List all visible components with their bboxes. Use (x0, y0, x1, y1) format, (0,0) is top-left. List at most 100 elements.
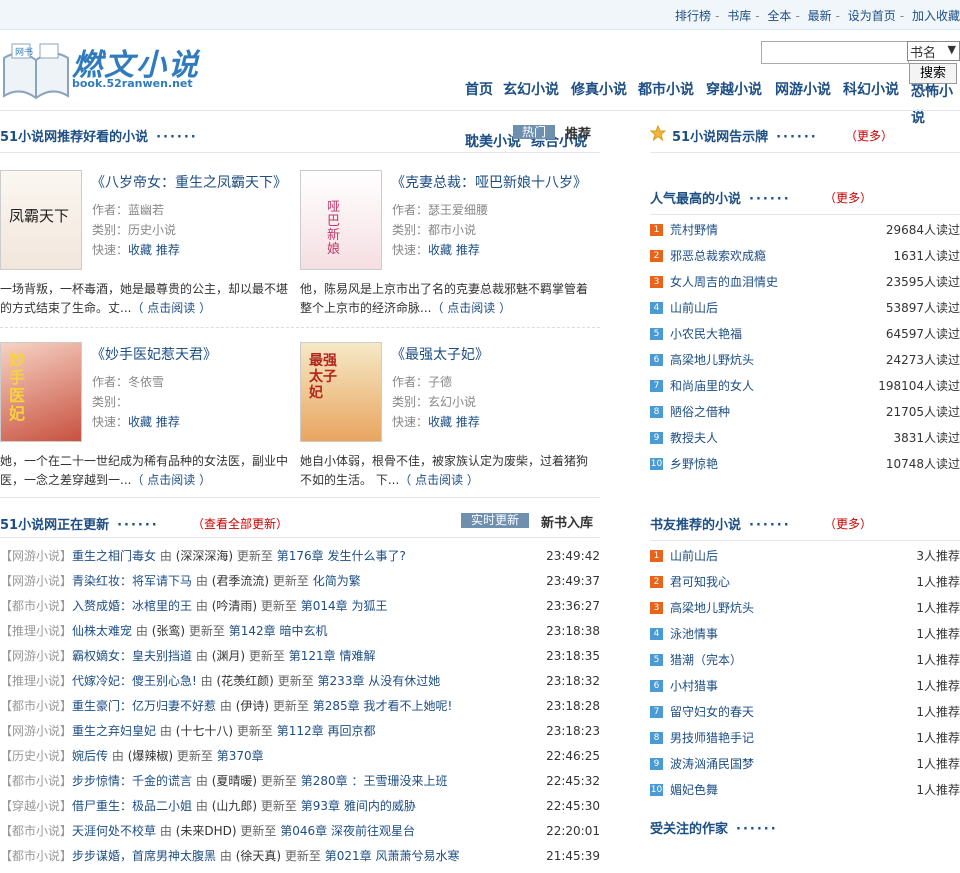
rank-book-name[interactable]: 波涛汹涌民国梦 (670, 751, 754, 777)
top-link-bookmark[interactable]: 加入收藏 (912, 9, 960, 23)
rank-book-name[interactable]: 陋俗之借种 (670, 399, 730, 425)
nav-home[interactable]: 首页 (465, 79, 493, 99)
update-category[interactable]: 【推理小说】 (0, 624, 72, 638)
update-chapter[interactable]: 第280章 ：王雪珊没来上班 (301, 774, 448, 788)
rank-book-name[interactable]: 邪恶总裁索欢成瘾 (670, 243, 766, 269)
update-category[interactable]: 【都市小说】 (0, 599, 72, 613)
rank-book-name[interactable]: 留守妇女的春天 (670, 699, 754, 725)
top-link-complete[interactable]: 全本 (767, 9, 791, 23)
collect-link[interactable]: 收藏 (428, 243, 452, 257)
rank-book-name[interactable]: 泳池情事 (670, 621, 718, 647)
book-cover[interactable]: 哑巴新娘 (300, 170, 382, 270)
update-chapter[interactable]: 第176章 发生什么事了? (277, 549, 406, 563)
update-category[interactable]: 【都市小说】 (0, 774, 72, 788)
search-type-select[interactable]: 书名 ▼ (907, 41, 960, 61)
top-link-library[interactable]: 书库 (727, 9, 751, 23)
rank-book-name[interactable]: 君可知我心 (670, 569, 730, 595)
book-cover[interactable]: 最强太子妃 (300, 342, 382, 442)
nav-xuanhuan[interactable]: 玄幻小说 (503, 79, 559, 99)
update-chapter[interactable]: 第142章 暗中玄机 (229, 624, 328, 638)
popular-more-link[interactable]: （更多） (824, 189, 872, 206)
nav-kehuan[interactable]: 科幻小说 (843, 79, 899, 99)
read-link[interactable]: （ 点击阅读 ） (131, 301, 211, 315)
update-category[interactable]: 【都市小说】 (0, 849, 72, 863)
update-book-name[interactable]: 步步谋婚，首席男神太腹黑 (72, 849, 216, 863)
read-link[interactable]: （ 点击阅读 ） (399, 473, 479, 487)
update-book-name[interactable]: 婉后传 (72, 749, 108, 763)
rank-book-name[interactable]: 山前山后 (670, 295, 718, 321)
update-book-name[interactable]: 借尸重生：极品二小姐 (72, 799, 192, 813)
rank-book-name[interactable]: 荒村野情 (670, 217, 718, 243)
collect-link[interactable]: 收藏 (128, 415, 152, 429)
tab-recommend[interactable]: 推荐 (565, 123, 591, 142)
book-title[interactable]: 《最强太子妃》 (391, 344, 489, 364)
top-link-homepage[interactable]: 设为首页 (848, 9, 896, 23)
update-chapter[interactable]: 第233章 从没有休过她 (318, 674, 441, 688)
update-book-name[interactable]: 入赘成婚：冰棺里的王 (72, 599, 192, 613)
book-title[interactable]: 《八岁帝女：重生之凤霸天下》 (91, 172, 287, 192)
update-category[interactable]: 【网游小说】 (0, 574, 72, 588)
rank-book-name[interactable]: 山前山后 (670, 543, 718, 569)
update-book-name[interactable]: 重生之相门毒女 (72, 549, 156, 563)
nav-dushi[interactable]: 都市小说 (638, 79, 694, 99)
recommend-link[interactable]: 推荐 (456, 243, 480, 257)
book-cover[interactable]: 妙手医妃 (0, 342, 82, 442)
collect-link[interactable]: 收藏 (428, 415, 452, 429)
update-category[interactable]: 【历史小说】 (0, 749, 72, 763)
top-link-latest[interactable]: 最新 (808, 9, 832, 23)
read-link[interactable]: （ 点击阅读 ） (131, 473, 211, 487)
recommend-link[interactable]: 推荐 (156, 243, 180, 257)
book-cover[interactable]: 凤霸天下 (0, 170, 82, 270)
update-book-name[interactable]: 天涯何处不校草 (72, 824, 156, 838)
nav-chuanyue[interactable]: 穿越小说 (706, 79, 762, 99)
rank-book-name[interactable]: 男技师猎艳手记 (670, 725, 754, 751)
recommend-link[interactable]: 推荐 (456, 415, 480, 429)
update-book-name[interactable]: 霸权嫡女：皇夫别挡道 (72, 649, 192, 663)
update-chapter[interactable]: 第014章 为狐王 (301, 599, 388, 613)
book-title[interactable]: 《妙手医妃惹天君》 (91, 344, 217, 364)
update-category[interactable]: 【推理小说】 (0, 674, 72, 688)
nav-kongbu[interactable]: 恐怖小说 (911, 79, 960, 131)
read-link[interactable]: （ 点击阅读 ） (431, 301, 511, 315)
site-logo[interactable]: 网书 燃文小说 book.52ranwen.net (0, 36, 220, 102)
update-category[interactable]: 【网游小说】 (0, 649, 72, 663)
recommend-link[interactable]: 推荐 (156, 415, 180, 429)
search-input[interactable] (761, 41, 909, 64)
collect-link[interactable]: 收藏 (128, 243, 152, 257)
rank-book-name[interactable]: 女人周吉的血泪情史 (670, 269, 778, 295)
rank-book-name[interactable]: 小村猎事 (670, 673, 718, 699)
rank-book-name[interactable]: 高梁地儿野炕头 (670, 595, 754, 621)
view-all-updates-link[interactable]: （查看全部更新） (192, 515, 288, 532)
nav-wangyou[interactable]: 网游小说 (775, 79, 831, 99)
update-book-name[interactable]: 重生之弃妇皇妃 (72, 724, 156, 738)
update-book-name[interactable]: 重生豪门：亿万归妻不好惹 (72, 699, 216, 713)
update-chapter[interactable]: 第93章 雅间内的威胁 (301, 799, 416, 813)
update-chapter[interactable]: 第121章 情难解 (289, 649, 376, 663)
update-chapter[interactable]: 第370章 (217, 749, 264, 763)
rank-book-name[interactable]: 猎潮（完本） (670, 647, 742, 673)
rank-book-name[interactable]: 小农民大艳福 (670, 321, 742, 347)
tab-new-books[interactable]: 新书入库 (541, 512, 593, 531)
update-book-name[interactable]: 代嫁冷妃：傻王别心急! (72, 674, 197, 688)
update-chapter[interactable]: 第112章 再回京都 (277, 724, 376, 738)
update-chapter[interactable]: 化简为繁 (313, 574, 361, 588)
update-chapter[interactable]: 第285章 我才看不上她呢! (313, 699, 453, 713)
book-title[interactable]: 《克妻总裁：哑巴新娘十八岁》 (391, 172, 587, 192)
update-book-name[interactable]: 青染红妆：将军请下马 (72, 574, 192, 588)
rank-book-name[interactable]: 和尚庙里的女人 (670, 373, 754, 399)
rank-book-name[interactable]: 乡野惊艳 (670, 451, 718, 477)
rank-book-name[interactable]: 媚妃色舞 (670, 777, 718, 803)
update-category[interactable]: 【都市小说】 (0, 699, 72, 713)
top-link-rank[interactable]: 排行榜 (675, 9, 711, 23)
update-chapter[interactable]: 第046章 深夜前往观星台 (280, 824, 415, 838)
tab-hot[interactable]: 热门 (513, 125, 555, 139)
update-book-name[interactable]: 仙株太难宠 (72, 624, 132, 638)
rank-book-name[interactable]: 高梁地儿野炕头 (670, 347, 754, 373)
nav-xiuzhen[interactable]: 修真小说 (571, 79, 627, 99)
notice-more-link[interactable]: （更多） (845, 127, 893, 144)
friends-more-link[interactable]: （更多） (824, 515, 872, 532)
update-book-name[interactable]: 步步惊情：千金的谎言 (72, 774, 192, 788)
update-category[interactable]: 【都市小说】 (0, 824, 72, 838)
update-chapter[interactable]: 第021章 风萧萧兮易水寒 (325, 849, 460, 863)
rank-book-name[interactable]: 教授夫人 (670, 425, 718, 451)
